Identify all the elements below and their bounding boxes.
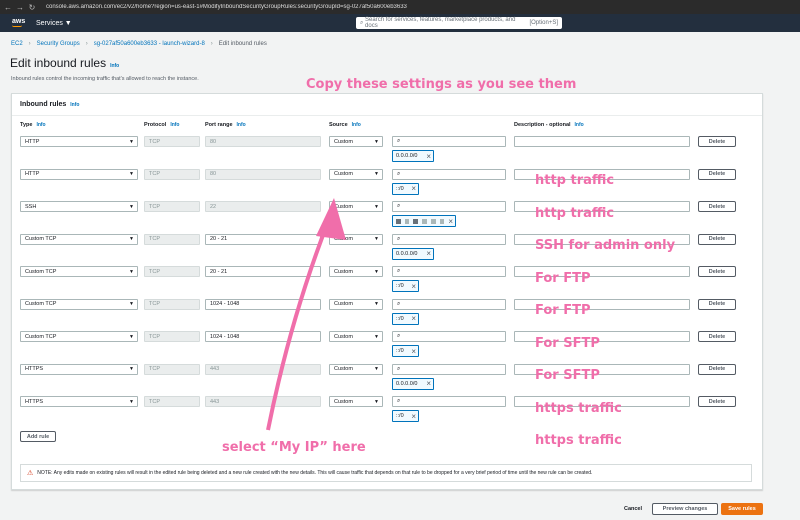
arrow-head xyxy=(316,198,346,240)
annotation-arrow xyxy=(266,198,346,431)
arrow-shaft xyxy=(266,221,330,431)
